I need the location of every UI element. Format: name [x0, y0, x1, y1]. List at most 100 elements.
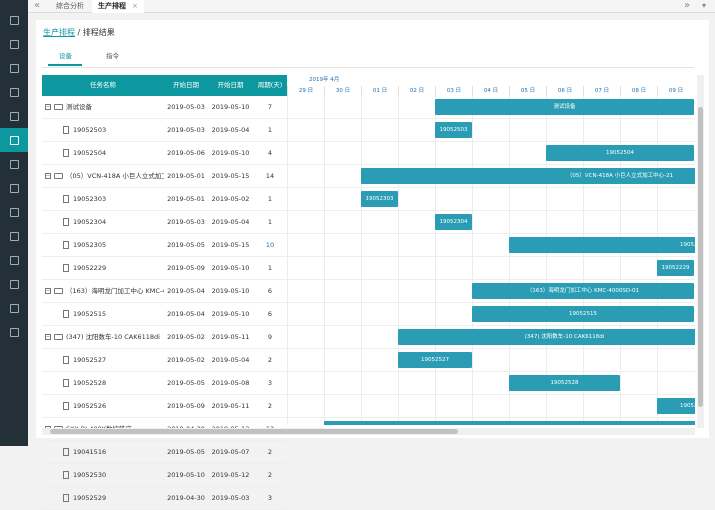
table-row[interactable]: − 测试设备 2019-05-03 2019-05-10 7	[42, 96, 287, 119]
table-row[interactable]: 19052504 2019-05-06 2019-05-10 4	[42, 142, 287, 165]
gantt-bar[interactable]: 19052526	[657, 398, 695, 414]
gantt-bar[interactable]: 19052527	[398, 352, 472, 368]
duration: 2	[267, 448, 273, 456]
vertical-scrollbar[interactable]	[697, 75, 704, 428]
gantt-bar[interactable]: 测试设备	[435, 99, 694, 115]
gantt-bar[interactable]: 19052304	[435, 214, 472, 230]
start-date: 2019-05-09	[167, 264, 205, 272]
sidebar-item[interactable]	[0, 272, 28, 296]
duration: 10	[265, 241, 275, 249]
sidebar-item[interactable]	[0, 104, 28, 128]
task-name: 19052304	[73, 218, 107, 226]
table-row[interactable]: 19052515 2019-05-04 2019-05-10 6	[42, 303, 287, 326]
grid-line	[472, 96, 473, 425]
end-date: 2019-05-15	[211, 172, 250, 180]
duration: 3	[267, 379, 273, 387]
start-date: 2019-05-05	[167, 379, 205, 387]
gantt-bar[interactable]: SKX-BI-400K数控铣床	[324, 421, 695, 425]
col-start-header[interactable]: 开始日期	[164, 75, 208, 96]
table-row[interactable]: − (347) 沈阳数车-10 CAK6118di 2019-05-02 2019-0…	[42, 326, 287, 349]
table-row[interactable]: 19052305 2019-05-05 2019-05-15 10	[42, 234, 287, 257]
table-row[interactable]: 19052229 2019-05-09 2019-05-10 1	[42, 257, 287, 280]
collapse-icon[interactable]: −	[45, 104, 51, 110]
end-date: 2019-05-04	[211, 126, 250, 134]
start-date: 2019-05-02	[167, 356, 205, 364]
end-date: 2019-05-10	[211, 310, 250, 318]
table-row[interactable]: 19052526 2019-05-09 2019-05-11 2	[42, 395, 287, 418]
col-duration-header[interactable]: 周期(天)	[253, 75, 287, 96]
day-label: 30 日	[324, 86, 361, 96]
tab-device[interactable]: 设备	[59, 50, 72, 60]
duration: 4	[267, 149, 273, 157]
gantt-bar[interactable]: (347) 沈阳数车-10 CAK6118di	[398, 329, 695, 345]
grid-icon	[9, 63, 19, 73]
table-row[interactable]: 19052527 2019-05-02 2019-05-04 2	[42, 349, 287, 372]
start-date: 2019-05-01	[167, 195, 205, 203]
table-row[interactable]: 19052303 2019-05-01 2019-05-02 1	[42, 188, 287, 211]
gantt-bar[interactable]: 19052303	[361, 191, 398, 207]
table-row[interactable]: 19052503 2019-05-03 2019-05-04 1	[42, 119, 287, 142]
folder-icon	[54, 288, 63, 294]
search-icon	[9, 231, 19, 241]
gantt-bar[interactable]: 19052229	[657, 260, 694, 276]
start-date: 2019-05-10	[167, 471, 205, 479]
tab-scheduling[interactable]: 生产排程 ×	[92, 0, 144, 13]
dropdown-icon[interactable]: ▾	[702, 0, 706, 13]
table-row[interactable]: 19052530 2019-05-10 2019-05-12 2	[42, 464, 287, 487]
tab-instruction[interactable]: 指令	[106, 50, 119, 60]
gantt-bar[interactable]: 19052305	[509, 237, 695, 253]
file-icon	[63, 379, 69, 387]
task-name: 19052503	[73, 126, 107, 134]
table-row[interactable]: 19041516 2019-05-05 2019-05-07 2	[42, 441, 287, 464]
grid-line	[361, 96, 362, 425]
col-name-header[interactable]: 任务名称	[42, 75, 164, 96]
col-end-header[interactable]: 开始日期	[208, 75, 253, 96]
tab-label: 综合分析	[56, 2, 84, 10]
scroll-thumb[interactable]	[50, 429, 458, 434]
sidebar-item[interactable]	[0, 128, 28, 152]
gantt-bar[interactable]: 19052515	[472, 306, 694, 322]
gantt-bar[interactable]: 19052503	[435, 122, 472, 138]
cell-name: 19052528	[42, 372, 164, 395]
cell-name: 19052503	[42, 119, 164, 142]
collapse-icon[interactable]: −	[45, 173, 51, 179]
scroll-right-icon[interactable]: »	[684, 0, 690, 13]
grid-line	[287, 302, 695, 303]
table-row[interactable]: 19052529 2019-04-30 2019-05-03 3	[42, 487, 287, 510]
duration: 14	[265, 172, 275, 180]
table-row[interactable]: − （163）海明龙门加工中心 KMC-4 2019-05-04 2019-05-10…	[42, 280, 287, 303]
main-panel: 生产排程 / 排程结果 设备 指令 任务名称 开始日期 开始日期 周期(天) −…	[36, 20, 709, 510]
gantt-bar[interactable]: 19052528	[509, 375, 620, 391]
collapse-icon[interactable]: −	[45, 288, 51, 294]
gantt-bar[interactable]: 19052504	[546, 145, 694, 161]
sidebar-item[interactable]	[0, 176, 28, 200]
month-label: 2019年 4月	[309, 77, 340, 83]
tab-analysis[interactable]: 综合分析	[50, 0, 90, 13]
sidebar-item[interactable]	[0, 248, 28, 272]
sidebar-item[interactable]	[0, 80, 28, 104]
day-label: 02 日	[398, 86, 435, 96]
scroll-left-icon[interactable]: «	[34, 0, 40, 13]
sidebar-item[interactable]	[0, 320, 28, 344]
sidebar-item[interactable]	[0, 152, 28, 176]
sidebar-item[interactable]	[0, 56, 28, 80]
breadcrumb-link[interactable]: 生产排程	[43, 28, 75, 37]
scroll-thumb[interactable]	[698, 107, 703, 407]
table-row[interactable]: 19052528 2019-05-05 2019-05-08 3	[42, 372, 287, 395]
horizontal-scrollbar[interactable]	[42, 428, 695, 435]
gantt-bar[interactable]: （163）海明龙门加工中心 KMC-4000SD-01	[472, 283, 694, 299]
sidebar-item[interactable]	[0, 32, 28, 56]
grid-line	[287, 394, 695, 395]
grid-line	[287, 210, 695, 211]
table-row[interactable]: 19052304 2019-05-03 2019-05-04 1	[42, 211, 287, 234]
sidebar-item[interactable]	[0, 224, 28, 248]
grid-line	[287, 371, 695, 372]
sidebar-item[interactable]	[0, 296, 28, 320]
close-icon[interactable]: ×	[132, 2, 138, 10]
collapse-icon[interactable]: −	[45, 334, 51, 340]
duration: 1	[267, 195, 273, 203]
table-row[interactable]: − （05）VCN-418A 小巨人立式加工 2019-05-01 2019-05-1…	[42, 165, 287, 188]
gantt-bar[interactable]: （05）VCN-418A 小巨人立式加工中心-21	[361, 168, 695, 184]
sidebar-item[interactable]	[0, 200, 28, 224]
sidebar-item[interactable]	[0, 8, 28, 32]
